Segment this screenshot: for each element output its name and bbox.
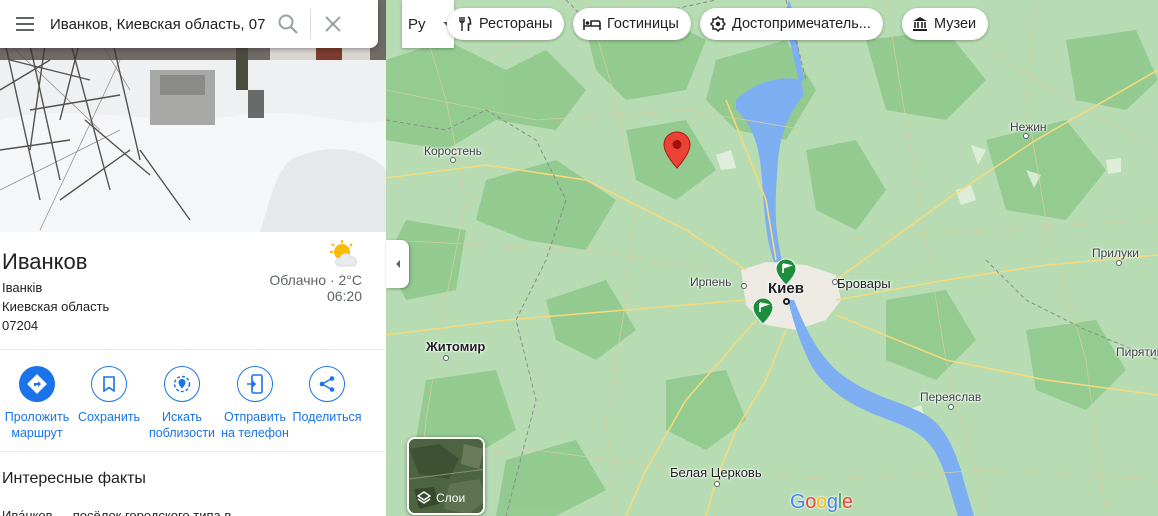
- chip-hotels[interactable]: Гостиницы: [573, 8, 691, 40]
- chip-attractions[interactable]: Достопримечатель...: [700, 8, 883, 40]
- chip-hotels-label: Гостиницы: [607, 16, 679, 32]
- map-canvas[interactable]: Коростень Нежин Прилуки Ирпень Киев Бров…: [386, 0, 1158, 516]
- nearby-icon: [173, 375, 191, 393]
- directions-label-line: маршрут: [11, 426, 63, 440]
- send-label-line: на телефон: [221, 426, 289, 440]
- map-city-dot: [443, 355, 449, 361]
- close-icon: [325, 16, 341, 32]
- chip-museums[interactable]: Музеи: [902, 8, 989, 40]
- chevron-left-icon: [395, 260, 400, 268]
- search-input[interactable]: [50, 9, 266, 39]
- search-icon: [278, 14, 298, 34]
- map-label-pereiaslav[interactable]: Переяслав: [920, 390, 981, 404]
- map-base: [386, 0, 1158, 516]
- place-region: Киевская область: [2, 299, 110, 314]
- divider: [0, 451, 386, 452]
- action-buttons: Проложить маршрут Сохранить Искать побли…: [0, 366, 386, 446]
- restaurant-icon: [459, 16, 472, 31]
- save-circle: [91, 366, 127, 402]
- clear-search-button[interactable]: [311, 0, 355, 48]
- attractions-icon: [710, 16, 726, 32]
- nearby-label-line: поблизости: [148, 426, 216, 440]
- hotel-icon: [583, 19, 601, 30]
- place-title: Иванков: [2, 249, 88, 274]
- nearby-label: Искать поблизости: [145, 409, 219, 441]
- map-capital-dot: [783, 298, 790, 305]
- map-label-bila-tserkva[interactable]: Белая Церковь: [670, 465, 762, 480]
- map-label-irpen[interactable]: Ирпень: [690, 275, 731, 289]
- landmark-pin-icon[interactable]: [752, 297, 774, 325]
- nearby-circle: [164, 366, 200, 402]
- directions-label: Проложить маршрут: [0, 409, 74, 441]
- place-panel: Иванков Іванків Киевская область 07204 О…: [0, 0, 386, 516]
- logo-letter: e: [841, 491, 853, 513]
- partly-cloudy-icon: [330, 240, 358, 267]
- weather-time: 06:20: [326, 288, 362, 304]
- menu-button[interactable]: [0, 0, 50, 48]
- map-city-dot: [832, 279, 838, 285]
- museum-icon: [913, 17, 927, 31]
- logo-letter: o: [816, 491, 827, 513]
- map-city-dot: [741, 283, 747, 289]
- landmark-pin-icon[interactable]: [775, 258, 797, 286]
- share-button[interactable]: Поделиться: [290, 366, 364, 425]
- layers-label: Слои: [436, 491, 466, 505]
- save-label: Сохранить: [72, 409, 146, 425]
- share-label-line: Поделиться: [292, 410, 362, 424]
- map-label-pyriatyn[interactable]: Пирятин: [1116, 345, 1158, 359]
- input-language-label: Ру: [408, 15, 426, 33]
- facts-text: Ива́нков — посёлок городского типа в: [2, 508, 232, 516]
- location-pin-icon[interactable]: [663, 131, 691, 169]
- nearby-label-line: Искать: [162, 410, 202, 424]
- hamburger-icon: [16, 17, 34, 31]
- map-city-dot: [714, 481, 720, 487]
- weather-condition: Облачно · 2°C: [269, 272, 362, 288]
- map-city-dot: [1116, 260, 1122, 266]
- logo-letter: G: [790, 491, 806, 513]
- send-label-line: Отправить: [224, 410, 286, 424]
- layers-button[interactable]: Слои: [407, 437, 485, 515]
- share-label: Поделиться: [290, 409, 364, 425]
- bookmark-icon: [103, 376, 115, 392]
- save-button[interactable]: Сохранить: [72, 366, 146, 425]
- chip-restaurants-label: Рестораны: [479, 16, 553, 32]
- place-postal-code: 07204: [2, 318, 39, 333]
- map-city-dot: [450, 157, 456, 163]
- google-logo: Google: [790, 491, 853, 514]
- directions-label-line: Проложить: [4, 410, 70, 424]
- layers-icon: [417, 491, 431, 504]
- chip-museums-label: Музеи: [934, 16, 977, 32]
- map-label-nizhyn[interactable]: Нежин: [1010, 120, 1047, 134]
- weather-widget: Облачно · 2°C 06:20: [269, 240, 362, 304]
- search-box: [0, 0, 378, 48]
- map-label-zhytomyr[interactable]: Житомир: [426, 339, 485, 354]
- send-to-phone-button[interactable]: Отправить на телефон: [218, 366, 292, 441]
- collapse-panel-button[interactable]: [386, 240, 409, 288]
- facts-heading: Интересные факты: [2, 470, 146, 487]
- chip-restaurants[interactable]: Рестораны: [447, 8, 565, 40]
- share-icon: [319, 376, 335, 392]
- directions-circle: [19, 366, 55, 402]
- send-label: Отправить на телефон: [218, 409, 292, 441]
- map-label-korosten[interactable]: Коростень: [424, 144, 482, 158]
- nearby-button[interactable]: Искать поблизости: [145, 366, 219, 441]
- map-city-dot: [948, 404, 954, 410]
- send-to-phone-icon: [247, 374, 263, 394]
- directions-icon: [27, 374, 47, 394]
- logo-letter: o: [805, 491, 817, 513]
- share-circle: [309, 366, 345, 402]
- map-city-dot: [1023, 133, 1029, 139]
- directions-button[interactable]: Проложить маршрут: [0, 366, 74, 441]
- logo-letter: g: [826, 491, 838, 513]
- layers-label-row: Слои: [417, 491, 465, 505]
- map-label-pryluky[interactable]: Прилуки: [1092, 246, 1139, 260]
- search-button[interactable]: [266, 0, 310, 48]
- place-local-name: Іванків: [2, 280, 43, 295]
- save-label-line: Сохранить: [77, 410, 141, 424]
- map-label-brovary[interactable]: Бровары: [837, 276, 891, 291]
- divider: [0, 349, 386, 350]
- send-circle: [237, 366, 273, 402]
- chip-attractions-label: Достопримечатель...: [732, 16, 871, 32]
